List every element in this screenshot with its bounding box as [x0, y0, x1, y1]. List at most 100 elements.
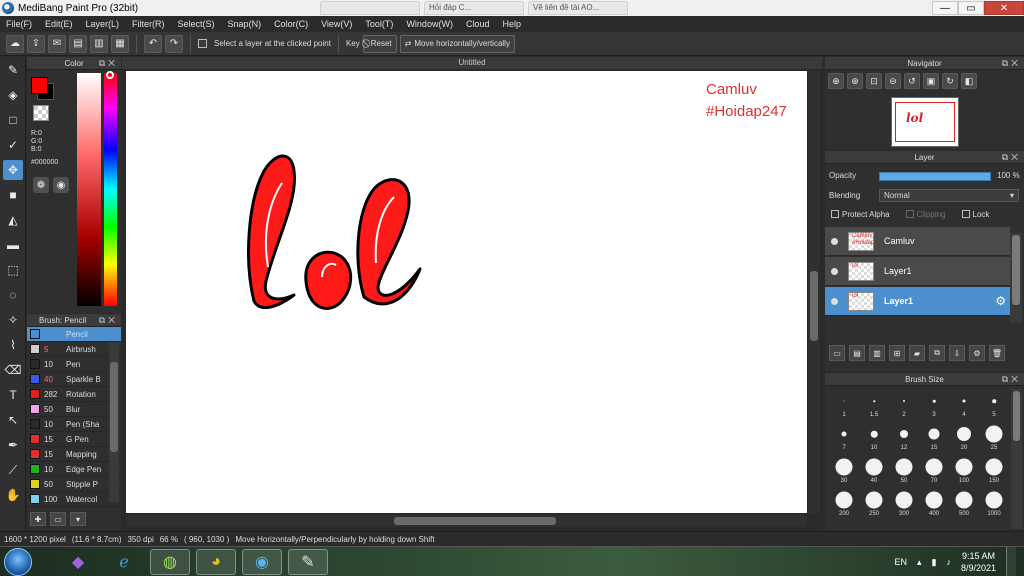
flip-icon[interactable]: ◧	[961, 73, 977, 89]
reset-view-icon[interactable]: ▣	[923, 73, 939, 89]
chrome-icon[interactable]: ◕	[196, 549, 236, 575]
layer-item[interactable]: Camluv #Hoidap247 Camluv	[825, 227, 1010, 256]
saturation-value-slider[interactable]	[77, 73, 101, 306]
layer-item[interactable]: lol Layer1 ⚙	[825, 287, 1010, 316]
brush-tool-icon[interactable]: ✎	[3, 60, 23, 80]
menu-layer[interactable]: Layer(L)	[86, 19, 120, 29]
color-settings-icon[interactable]: ◉	[53, 177, 69, 193]
text-tool-icon[interactable]: T	[3, 385, 23, 405]
panel-controls-icon[interactable]: ⧉✕	[1002, 58, 1021, 69]
chat-icon[interactable]: ▤	[69, 34, 87, 53]
hue-slider[interactable]	[104, 73, 117, 306]
paint-icon[interactable]: ✎	[288, 549, 328, 575]
comment-icon[interactable]: ✉	[48, 34, 66, 53]
clipping-checkbox[interactable]: Clipping	[905, 210, 946, 219]
brush-size-cell[interactable]: 30	[829, 455, 859, 488]
brush-size-cell[interactable]: 5	[979, 389, 1009, 422]
show-desktop-button[interactable]	[1006, 547, 1016, 576]
cloud-icon[interactable]: ☁	[6, 34, 24, 53]
material-icon[interactable]: ▦	[111, 34, 129, 53]
brush-item[interactable]: 10 Pen	[27, 357, 121, 372]
volume-icon[interactable]: ♪	[946, 557, 951, 567]
eraser-tool-icon[interactable]: ◈	[3, 85, 23, 105]
brush-size-cell[interactable]: 40	[859, 455, 889, 488]
brush-size-cell[interactable]: 2	[889, 389, 919, 422]
select-eraser-tool-icon[interactable]: ⌫	[3, 360, 23, 380]
restore-button[interactable]: ▭	[958, 1, 984, 15]
brush-item[interactable]: 50 Blur	[27, 402, 121, 417]
brush-item[interactable]: 15 G Pen	[27, 432, 121, 447]
select-pen-tool-icon[interactable]: ⌇	[3, 335, 23, 355]
tray-arrow-icon[interactable]: ▴	[917, 557, 922, 568]
scroll-thumb[interactable]	[810, 271, 818, 341]
move-horizontal-vertical-button[interactable]: ⇄ Move horizontally/vertically	[399, 34, 515, 53]
brush-item[interactable]: Pencil	[27, 327, 121, 342]
new-brush-icon[interactable]: ▭	[50, 512, 66, 526]
rectangle-tool-icon[interactable]: □	[3, 110, 23, 130]
scroll-thumb[interactable]	[110, 362, 118, 452]
brush-item[interactable]: 10 Edge Pen	[27, 462, 121, 477]
brush-size-cell[interactable]: 25	[979, 422, 1009, 455]
move-tool-icon[interactable]: ✥	[3, 160, 23, 180]
clock[interactable]: 9:15 AM 8/9/2021	[961, 550, 996, 574]
brush-size-cell[interactable]: 1.5	[859, 389, 889, 422]
add-brush-icon[interactable]: ✚	[30, 512, 46, 526]
brush-size-cell[interactable]: 4	[949, 389, 979, 422]
new-layer-icon[interactable]: ▭	[829, 345, 845, 361]
reset-button[interactable]: ⃠Reset	[362, 34, 397, 53]
folder-icon[interactable]: ▰	[909, 345, 925, 361]
brush-size-cell[interactable]: 50	[889, 455, 919, 488]
layer-list-scrollbar[interactable]	[1010, 233, 1022, 323]
visibility-icon[interactable]	[831, 297, 838, 305]
brush-item[interactable]: 40 Sparkle B	[27, 372, 121, 387]
menu-file[interactable]: File(F)	[6, 19, 32, 29]
select-rect-tool-icon[interactable]: ⬚	[3, 260, 23, 280]
navigator-thumbnail[interactable]: lol	[891, 97, 959, 147]
menu-filter[interactable]: Filter(R)	[132, 19, 165, 29]
brush-size-cell[interactable]: 12	[889, 422, 919, 455]
redo-icon[interactable]: ↷	[165, 34, 183, 53]
hue-marker[interactable]	[106, 71, 114, 79]
brush-item[interactable]: 5 Airbrush	[27, 342, 121, 357]
hand-tool-icon[interactable]: ✋	[3, 485, 23, 505]
undo-icon[interactable]: ↶	[144, 34, 162, 53]
network-icon[interactable]: ▮	[932, 557, 937, 568]
brush-list-scrollbar[interactable]	[109, 342, 119, 502]
gradient-tool-icon[interactable]: ▬	[3, 235, 23, 255]
brush-size-cell[interactable]: 1000	[979, 488, 1009, 521]
layer-item[interactable]: lol Layer1	[825, 257, 1010, 286]
layer-settings-icon[interactable]: ⚙	[969, 345, 985, 361]
fill-rect-tool-icon[interactable]: ■	[3, 185, 23, 205]
dot-tool-icon[interactable]: ✓	[3, 135, 23, 155]
document-tab[interactable]: Untitled	[122, 57, 822, 69]
new-halftone-layer-icon[interactable]: ▤	[849, 345, 865, 361]
brush-size-cell[interactable]: 400	[919, 488, 949, 521]
brush-size-cell[interactable]: 10	[859, 422, 889, 455]
brush-size-cell[interactable]: 1	[829, 389, 859, 422]
language-indicator[interactable]: EN	[894, 557, 907, 567]
brush-item[interactable]: 100 Watercol	[27, 492, 121, 507]
menu-help[interactable]: Help	[502, 19, 521, 29]
panel-controls-icon[interactable]: ⧉✕	[99, 58, 118, 69]
horizontal-scrollbar[interactable]	[126, 515, 807, 527]
document-icon[interactable]: ▥	[90, 34, 108, 53]
add-layer-menu-icon[interactable]: ⊞	[889, 345, 905, 361]
visibility-icon[interactable]	[831, 237, 838, 245]
delete-layer-icon[interactable]: 🗑	[989, 345, 1005, 361]
background-tab[interactable]	[320, 1, 420, 15]
menu-cloud[interactable]: Cloud	[466, 19, 490, 29]
operation-tool-icon[interactable]: ↖	[3, 410, 23, 430]
zoom-out-icon[interactable]: ⊖	[885, 73, 901, 89]
brush-item[interactable]: 15 Mapping	[27, 447, 121, 462]
transparent-swatch[interactable]	[33, 105, 49, 121]
panel-controls-icon[interactable]: ⧉✕	[1002, 152, 1021, 163]
brush-menu-icon[interactable]: ▾	[70, 512, 86, 526]
zoom-in-alt-icon[interactable]: ⊕	[847, 73, 863, 89]
visual-studio-icon[interactable]: ◆	[58, 549, 98, 575]
fit-icon[interactable]: ⊡	[866, 73, 882, 89]
brush-size-cell[interactable]: 150	[979, 455, 1009, 488]
merge-down-icon[interactable]: ⇩	[949, 345, 965, 361]
new-8bit-layer-icon[interactable]: ▥	[869, 345, 885, 361]
start-button-icon[interactable]	[4, 548, 32, 576]
menu-snap[interactable]: Snap(N)	[228, 19, 262, 29]
